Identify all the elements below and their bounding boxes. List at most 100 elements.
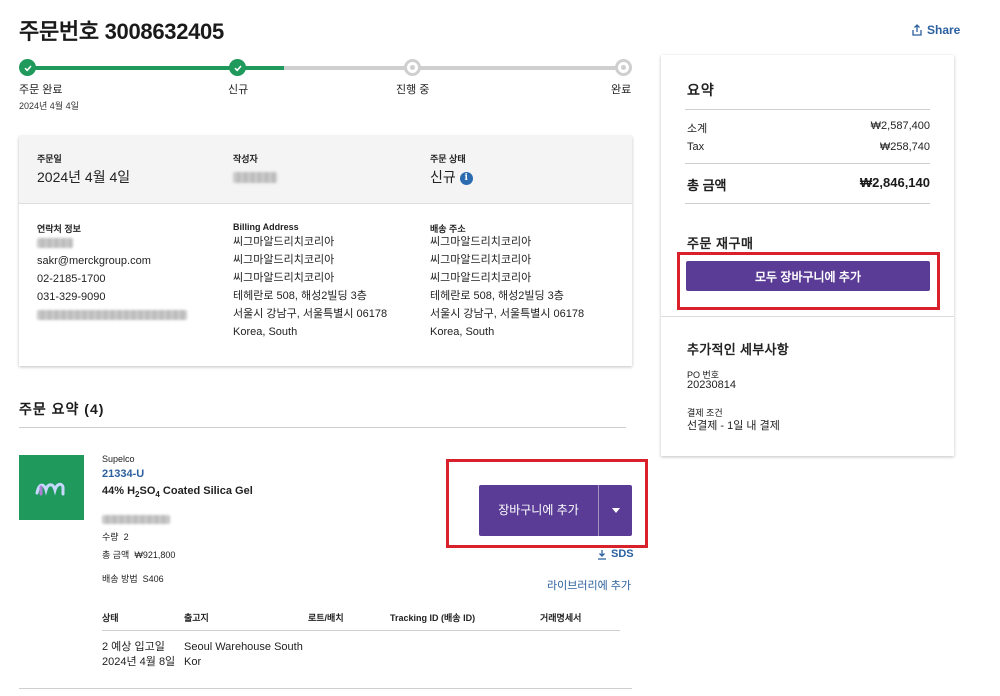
shipping-line: 씨그마알드리치코리아 — [430, 236, 532, 248]
shipping-line: 서울시 강남구, 서울특별시 06178 — [430, 308, 585, 320]
table-header-invoice: 거래명세서 — [540, 613, 582, 623]
grand-total-label: 총 금액 — [687, 178, 727, 193]
caret-down-icon — [611, 508, 620, 513]
creator-value-redacted — [233, 169, 277, 187]
status-text: 신규 — [430, 169, 456, 185]
summary-title: 요약 — [687, 82, 715, 98]
divider — [685, 163, 930, 164]
add-all-to-cart-button[interactable]: 모두 장바구니에 추가 — [686, 261, 930, 291]
status-value: 신규 i — [430, 167, 473, 187]
ship-label: 배송 방법 — [102, 574, 138, 584]
add-to-cart-button-group: 장바구니에 추가 — [479, 485, 632, 536]
table-header-status: 상태 — [102, 613, 119, 623]
billing-line: 씨그마알드리치코리아 — [233, 254, 335, 266]
contact-info: sakr@merckgroup.com 02-2185-1700 031-329… — [37, 234, 187, 324]
order-info-card: 주문일 2024년 4월 4일 작성자 주문 상태 신규 i 연락처 정보 sak… — [19, 136, 632, 366]
product-name-part: Coated Silica Gel — [159, 485, 253, 497]
divider — [685, 203, 930, 204]
info-icon[interactable]: i — [459, 171, 473, 185]
step-dot-in-progress — [404, 59, 421, 76]
billing-address: 씨그마알드리치코리아 씨그마알드리치코리아 씨그마알드리치코리아 테헤란로 50… — [233, 233, 387, 341]
reorder-title: 주문 재구매 — [687, 236, 754, 251]
contact-phone-1: 02-2185-1700 — [37, 273, 106, 285]
order-date-value: 2024년 4월 4일 — [37, 169, 131, 185]
step-label-in-progress: 진행 중 — [396, 84, 430, 96]
billing-line: Korea, South — [233, 326, 298, 338]
qty-value: 2 — [123, 532, 129, 542]
subtotal-value: ₩2,587,400 — [870, 120, 930, 132]
contact-email: sakr@merckgroup.com — [37, 255, 151, 267]
add-to-cart-button[interactable]: 장바구니에 추가 — [479, 485, 598, 536]
cart-options-dropdown[interactable] — [598, 485, 632, 536]
tax-label: Tax — [687, 141, 705, 153]
product-image[interactable] — [19, 455, 84, 520]
shipping-line: 씨그마알드리치코리아 — [430, 272, 532, 284]
grand-total-value: ₩2,846,140 — [859, 175, 930, 190]
table-row-warehouse: Seoul Warehouse South Kor — [184, 640, 303, 670]
product-total: 총 금액 ₩921,800 — [102, 548, 175, 561]
billing-line: 씨그마알드리치코리아 — [233, 272, 335, 284]
product-name-part: SO — [139, 485, 156, 497]
check-icon — [23, 64, 32, 71]
sds-link[interactable]: SDS — [597, 548, 634, 560]
contact-phone-2: 031-329-9090 — [37, 291, 106, 303]
order-date-label: 주문일 — [37, 154, 62, 164]
divider — [19, 427, 626, 428]
table-row-status: 2 예상 입고일 2024년 4월 8일 — [102, 640, 175, 670]
creator-label: 작성자 — [233, 154, 258, 164]
status-label: 주문 상태 — [430, 154, 466, 164]
additional-details-title: 추가적인 세부사항 — [687, 342, 789, 357]
total-label: 총 금액 — [102, 550, 130, 560]
table-header-warehouse: 출고지 — [184, 613, 209, 623]
step-dot-order-complete — [19, 59, 36, 76]
contact-name-redacted — [37, 234, 187, 252]
sidebar-divider — [661, 316, 954, 317]
warehouse-line: Seoul Warehouse South — [184, 641, 303, 653]
billing-line: 씨그마알드리치코리아 — [233, 236, 335, 248]
step-date: 2024년 4월 4일 — [19, 101, 79, 111]
step-dot-complete — [615, 59, 632, 76]
table-header-tracking: Tracking ID (배송 ID) — [390, 613, 476, 623]
total-value: ₩921,800 — [134, 550, 176, 560]
billing-line: 테헤란로 508, 해성2빌딩 3층 — [233, 290, 367, 302]
order-summary-heading: 주문 요약 (4) — [19, 401, 105, 417]
step-label-new: 신규 — [228, 84, 249, 96]
status-line: 2024년 4월 8일 — [102, 656, 176, 668]
download-icon — [598, 549, 606, 560]
table-divider — [102, 630, 620, 631]
subtotal-label: 소계 — [687, 123, 708, 135]
warehouse-line: Kor — [184, 656, 202, 668]
order-label: 주문번호 — [19, 19, 99, 44]
share-button[interactable]: Share — [911, 23, 960, 37]
billing-line: 서울시 강남구, 서울특별시 06178 — [233, 308, 388, 320]
po-value: 20230814 — [687, 379, 736, 391]
share-icon — [912, 24, 922, 36]
shipping-line: Korea, South — [430, 326, 495, 338]
tax-value: ₩258,740 — [879, 141, 930, 153]
status-line: 2 예상 입고일 — [102, 641, 165, 653]
merck-logo-icon — [35, 482, 64, 495]
product-brand: Supelco — [102, 454, 135, 464]
step-dot-new — [229, 59, 246, 76]
sds-label: SDS — [611, 548, 634, 560]
product-code-link[interactable]: 21334-U — [102, 468, 144, 480]
page-title: 주문번호 3008632405 — [19, 14, 224, 46]
product-shipping-method: 배송 방법 S406 — [102, 572, 164, 585]
product-packsize-redacted — [102, 511, 170, 529]
add-to-library-link[interactable]: 라이브러리에 추가 — [547, 577, 631, 593]
divider — [19, 688, 632, 689]
order-number: 3008632405 — [104, 19, 225, 44]
divider — [685, 109, 930, 110]
share-label: Share — [927, 23, 961, 37]
shipping-line: 씨그마알드리치코리아 — [430, 254, 532, 266]
check-icon — [233, 64, 242, 71]
ship-value: S406 — [142, 574, 164, 584]
contact-email-redacted — [37, 306, 187, 324]
product-name: 44% H2SO4 Coated Silica Gel — [102, 485, 253, 499]
payment-terms-value: 선결제 - 1일 내 결제 — [687, 420, 780, 432]
step-label-order-complete: 주문 완료 — [19, 84, 63, 96]
product-name-part: 44% H — [102, 485, 136, 497]
shipping-address: 씨그마알드리치코리아 씨그마알드리치코리아 씨그마알드리치코리아 테헤란로 50… — [430, 233, 584, 341]
product-quantity: 수량 2 — [102, 530, 129, 543]
step-label-complete: 완료 — [611, 84, 632, 96]
